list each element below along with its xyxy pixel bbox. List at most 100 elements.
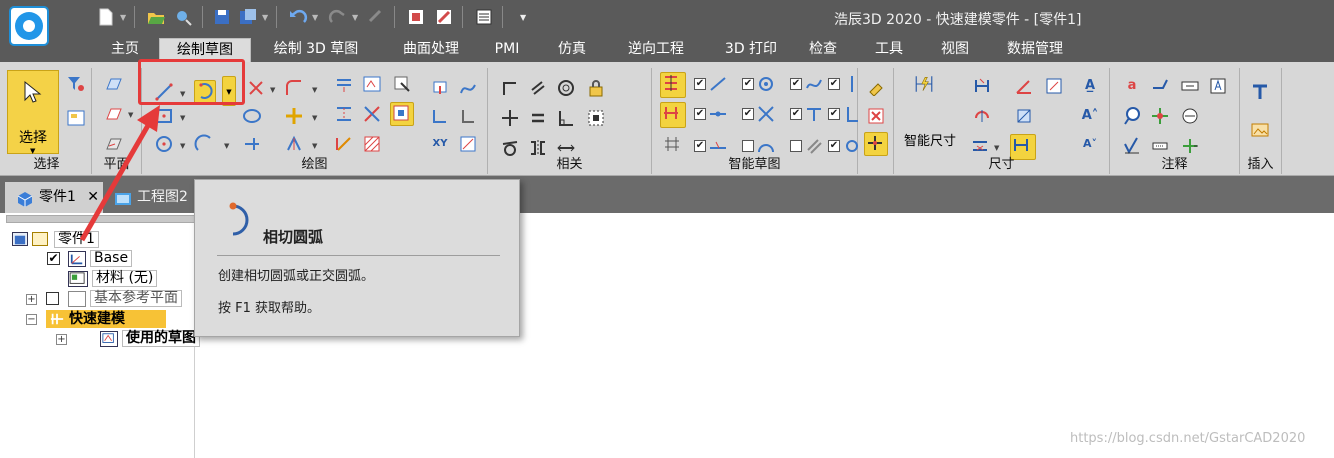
lock-icon[interactable] bbox=[586, 78, 606, 98]
plane-options-icon[interactable] bbox=[104, 104, 124, 124]
circle-icon[interactable] bbox=[154, 134, 174, 154]
expand-used-sketch-icon[interactable]: + bbox=[56, 334, 67, 345]
angle-between-icon[interactable] bbox=[1014, 76, 1034, 96]
trim-icon[interactable] bbox=[246, 78, 266, 98]
tab-pmi[interactable]: PMI bbox=[482, 38, 532, 62]
project-icon[interactable] bbox=[362, 74, 382, 94]
balloon-icon[interactable] bbox=[1122, 106, 1142, 126]
expand-ref-planes-icon[interactable]: + bbox=[26, 294, 37, 305]
tab-surfacing[interactable]: 曲面处理 bbox=[386, 38, 476, 62]
xy-coordinate-button[interactable]: XY bbox=[430, 134, 450, 154]
angular-coordinate-icon[interactable] bbox=[1014, 106, 1034, 126]
smart-checkbox-11[interactable] bbox=[790, 140, 802, 152]
save-icon[interactable] bbox=[212, 7, 232, 27]
ruler-icon[interactable] bbox=[434, 7, 454, 27]
smart-checkbox-6[interactable]: ✔ bbox=[742, 108, 754, 120]
dimension-axis-icon[interactable] bbox=[430, 106, 450, 126]
smart-checkbox-3[interactable]: ✔ bbox=[790, 78, 802, 90]
app-logo[interactable] bbox=[9, 6, 49, 46]
rigid-set-icon[interactable] bbox=[586, 108, 606, 128]
save-as-icon[interactable] bbox=[238, 7, 258, 27]
smart-checkbox-2[interactable]: ✔ bbox=[742, 78, 754, 90]
smart-checkbox-12[interactable]: ✔ bbox=[828, 140, 840, 152]
fillet-dropdown-icon[interactable]: ▼ bbox=[312, 86, 320, 94]
smart-checkbox-5[interactable]: ✔ bbox=[694, 108, 706, 120]
measure-icon[interactable] bbox=[458, 134, 478, 154]
new-dropdown-icon[interactable]: ▼ bbox=[120, 13, 126, 22]
pathfinder-icon[interactable] bbox=[474, 7, 494, 27]
coordinate-dimension-icon[interactable] bbox=[1044, 76, 1064, 96]
select-filter-icon[interactable] bbox=[66, 74, 86, 94]
smart-checkbox-10[interactable] bbox=[742, 140, 754, 152]
corner-icon[interactable] bbox=[458, 106, 478, 126]
part-properties-icon[interactable] bbox=[406, 7, 426, 27]
extend-icon[interactable] bbox=[242, 134, 262, 154]
sketch-snap-icon[interactable] bbox=[864, 132, 888, 156]
dimension-options-icon[interactable] bbox=[970, 136, 990, 156]
rotate-icon[interactable] bbox=[284, 134, 304, 154]
insert-text-icon[interactable] bbox=[1250, 82, 1270, 102]
plane-dropdown-icon[interactable]: ▼ bbox=[128, 111, 136, 119]
rectangle-dropdown-icon[interactable]: ▼ bbox=[180, 114, 188, 122]
surface-texture-icon[interactable] bbox=[1122, 136, 1142, 156]
concentric-icon[interactable] bbox=[556, 78, 576, 98]
ref-planes-checkbox[interactable] bbox=[46, 292, 59, 305]
text-size-icon[interactable]: A̲ bbox=[1080, 76, 1100, 96]
perpendicular-icon[interactable] bbox=[556, 108, 576, 128]
tangent-relation-icon[interactable] bbox=[500, 138, 520, 158]
text-decrease-icon[interactable]: A˅ bbox=[1080, 134, 1100, 154]
sketch-delete-icon[interactable] bbox=[866, 106, 886, 126]
datum-icon[interactable] bbox=[1150, 106, 1170, 126]
base-checkbox[interactable]: ✔ bbox=[47, 252, 60, 265]
ellipse-icon[interactable] bbox=[242, 106, 262, 126]
smart-checkbox-7[interactable]: ✔ bbox=[790, 108, 802, 120]
tab-simulation[interactable]: 仿真 bbox=[542, 38, 602, 62]
maintain-relationships-icon[interactable] bbox=[662, 134, 682, 154]
trim-dropdown-icon[interactable]: ▼ bbox=[270, 86, 278, 94]
collapse-quick-model-icon[interactable]: − bbox=[26, 314, 37, 325]
parallel-icon[interactable] bbox=[528, 78, 548, 98]
new-file-icon[interactable] bbox=[96, 7, 116, 27]
undo-dropdown-icon[interactable]: ▼ bbox=[312, 13, 318, 22]
text-increase-icon[interactable]: A˄ bbox=[1080, 106, 1100, 126]
close-tab-icon[interactable]: ✕ bbox=[87, 182, 99, 213]
point-icon[interactable] bbox=[430, 78, 450, 98]
text-box-icon[interactable] bbox=[1208, 76, 1228, 96]
select-button[interactable]: 选择 ▼ bbox=[7, 70, 59, 155]
tab-tools[interactable]: 工具 bbox=[860, 38, 918, 62]
select-tools-icon[interactable] bbox=[66, 108, 86, 128]
find-icon[interactable] bbox=[174, 7, 194, 27]
construction-icon[interactable] bbox=[334, 134, 354, 154]
arc3-dropdown-icon[interactable]: ▼ bbox=[224, 142, 232, 150]
tab-3d-print[interactable]: 3D 打印 bbox=[708, 38, 794, 62]
include-icon[interactable] bbox=[392, 74, 412, 94]
insert-image-icon[interactable] bbox=[1250, 120, 1270, 140]
sketch-region-icon[interactable] bbox=[390, 102, 414, 126]
doc-tab-drawing2[interactable]: 工程图2 bbox=[103, 182, 198, 213]
convert-icon[interactable] bbox=[362, 104, 382, 124]
save-dropdown-icon[interactable]: ▼ bbox=[262, 13, 268, 22]
hatch-icon[interactable] bbox=[362, 134, 382, 154]
intellisketch-options-icon[interactable] bbox=[660, 72, 686, 98]
relationship-handles-icon[interactable] bbox=[660, 102, 686, 128]
sketch-view-icon[interactable] bbox=[104, 134, 124, 154]
tab-view[interactable]: 视图 bbox=[926, 38, 984, 62]
equal-icon[interactable] bbox=[528, 108, 548, 128]
plane-icon[interactable] bbox=[104, 74, 124, 94]
edge-condition-icon[interactable] bbox=[1150, 136, 1170, 156]
sketch-painter-icon[interactable] bbox=[866, 76, 886, 96]
callout-icon[interactable]: a bbox=[1122, 76, 1142, 96]
distance-between-icon[interactable] bbox=[972, 76, 992, 96]
smart-checkbox-9[interactable]: ✔ bbox=[694, 140, 706, 152]
undo-icon[interactable] bbox=[288, 7, 308, 27]
open-icon[interactable] bbox=[146, 7, 166, 27]
smart-dimension-label[interactable]: 智能尺寸 bbox=[904, 130, 956, 149]
arc-3point-icon[interactable] bbox=[194, 134, 214, 154]
offset-icon[interactable] bbox=[334, 74, 354, 94]
rectangle-icon[interactable] bbox=[154, 106, 174, 126]
feature-control-frame-icon[interactable] bbox=[1180, 76, 1200, 96]
tab-3d-sketch[interactable]: 绘制 3D 草图 bbox=[261, 38, 371, 62]
circle-dropdown-icon[interactable]: ▼ bbox=[180, 142, 188, 150]
smart-dimension-icon[interactable] bbox=[914, 74, 950, 110]
doc-tab-part1[interactable]: 零件1 ✕ bbox=[5, 182, 103, 213]
